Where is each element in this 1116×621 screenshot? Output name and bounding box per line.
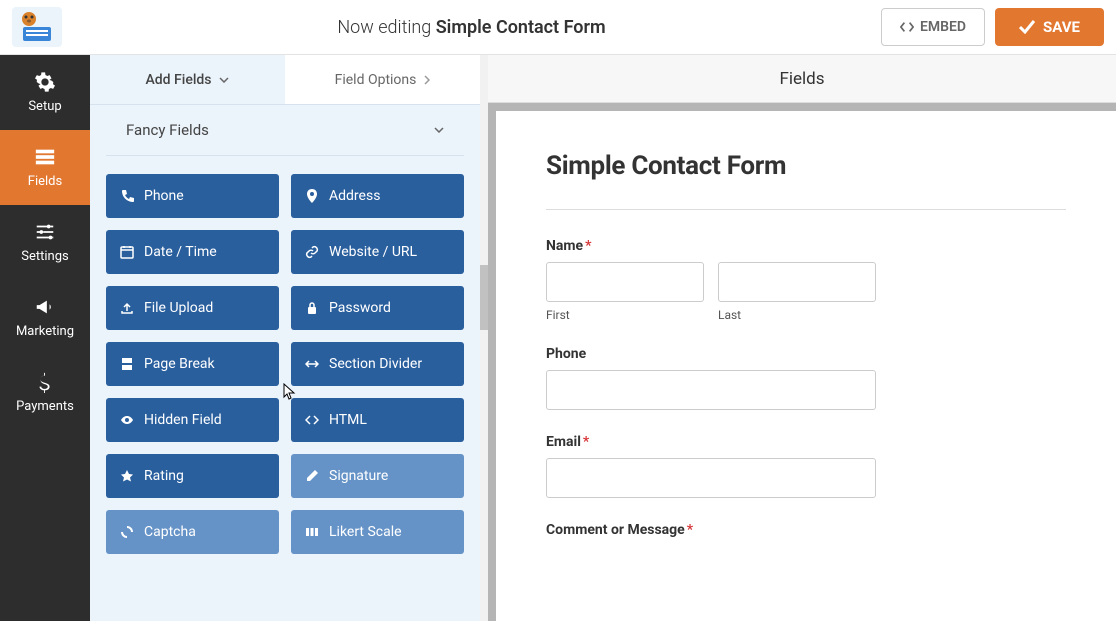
- eye-icon: [120, 413, 134, 427]
- name-label: Name*: [546, 238, 1066, 254]
- field-password[interactable]: Password: [291, 286, 464, 330]
- field-likert-scale[interactable]: Likert Scale: [291, 510, 464, 554]
- nav-label: Setup: [28, 99, 61, 114]
- chevron-down-icon: [434, 127, 444, 133]
- last-sublabel: Last: [718, 308, 876, 322]
- likert-icon: [305, 525, 319, 539]
- nav-label: Payments: [16, 399, 74, 414]
- star-icon: [120, 469, 134, 483]
- nav-label: Settings: [21, 249, 68, 264]
- pencil-icon: [305, 469, 319, 483]
- first-sublabel: First: [546, 308, 704, 322]
- pin-icon: [305, 189, 319, 203]
- email-label: Email*: [546, 434, 1066, 450]
- first-name-input[interactable]: [546, 262, 704, 302]
- tab-add-fields[interactable]: Add Fields: [90, 55, 285, 104]
- logo: [12, 7, 62, 47]
- nav-label: Marketing: [16, 324, 74, 339]
- tab-field-options[interactable]: Field Options: [285, 55, 480, 104]
- embed-button[interactable]: EMBED: [881, 8, 985, 46]
- nav-marketing[interactable]: Marketing: [0, 280, 90, 355]
- field-date-time[interactable]: Date / Time: [106, 230, 279, 274]
- field-hidden-field[interactable]: Hidden Field: [106, 398, 279, 442]
- field-website-url[interactable]: Website / URL: [291, 230, 464, 274]
- pagebreak-icon: [120, 357, 134, 371]
- field-rating[interactable]: Rating: [106, 454, 279, 498]
- form-preview[interactable]: Simple Contact Form Name* First Last Pho…: [496, 111, 1116, 621]
- sliders-icon: [34, 221, 56, 243]
- check-icon: [1019, 20, 1035, 34]
- code-icon: [900, 20, 914, 34]
- divider-icon: [305, 357, 319, 371]
- form-title: Simple Contact Form: [546, 151, 1066, 181]
- nav-fields[interactable]: Fields: [0, 130, 90, 205]
- dollar-icon: [34, 371, 56, 393]
- lock-icon: [305, 301, 319, 315]
- field-phone[interactable]: Phone: [106, 174, 279, 218]
- scrollbar-thumb[interactable]: [480, 265, 488, 330]
- scrollbar-track[interactable]: [480, 55, 488, 621]
- editing-title: Now editing Simple Contact Form: [62, 17, 881, 38]
- fields-icon: [34, 146, 56, 168]
- gear-icon: [34, 71, 56, 93]
- field-signature[interactable]: Signature: [291, 454, 464, 498]
- phone-label: Phone: [546, 346, 1066, 362]
- code-icon: [305, 413, 319, 427]
- phone-input[interactable]: [546, 370, 876, 410]
- nav-payments[interactable]: Payments: [0, 355, 90, 430]
- upload-icon: [120, 301, 134, 315]
- chevron-down-icon: [219, 77, 229, 83]
- comment-label: Comment or Message*: [546, 522, 1066, 538]
- calendar-icon: [120, 245, 134, 259]
- canvas-header: Fields: [488, 55, 1116, 103]
- field-html[interactable]: HTML: [291, 398, 464, 442]
- phone-icon: [120, 189, 134, 203]
- bullhorn-icon: [34, 296, 56, 318]
- field-file-upload[interactable]: File Upload: [106, 286, 279, 330]
- field-address[interactable]: Address: [291, 174, 464, 218]
- nav-settings[interactable]: Settings: [0, 205, 90, 280]
- last-name-input[interactable]: [718, 262, 876, 302]
- form-divider: [546, 209, 1066, 210]
- link-icon: [305, 245, 319, 259]
- recaptcha-icon: [120, 525, 134, 539]
- chevron-right-icon: [424, 75, 430, 85]
- section-fancy-fields[interactable]: Fancy Fields: [106, 105, 464, 156]
- field-captcha[interactable]: Captcha: [106, 510, 279, 554]
- email-input[interactable]: [546, 458, 876, 498]
- save-button[interactable]: SAVE: [995, 8, 1104, 46]
- nav-setup[interactable]: Setup: [0, 55, 90, 130]
- field-page-break[interactable]: Page Break: [106, 342, 279, 386]
- nav-label: Fields: [28, 174, 62, 189]
- field-section-divider[interactable]: Section Divider: [291, 342, 464, 386]
